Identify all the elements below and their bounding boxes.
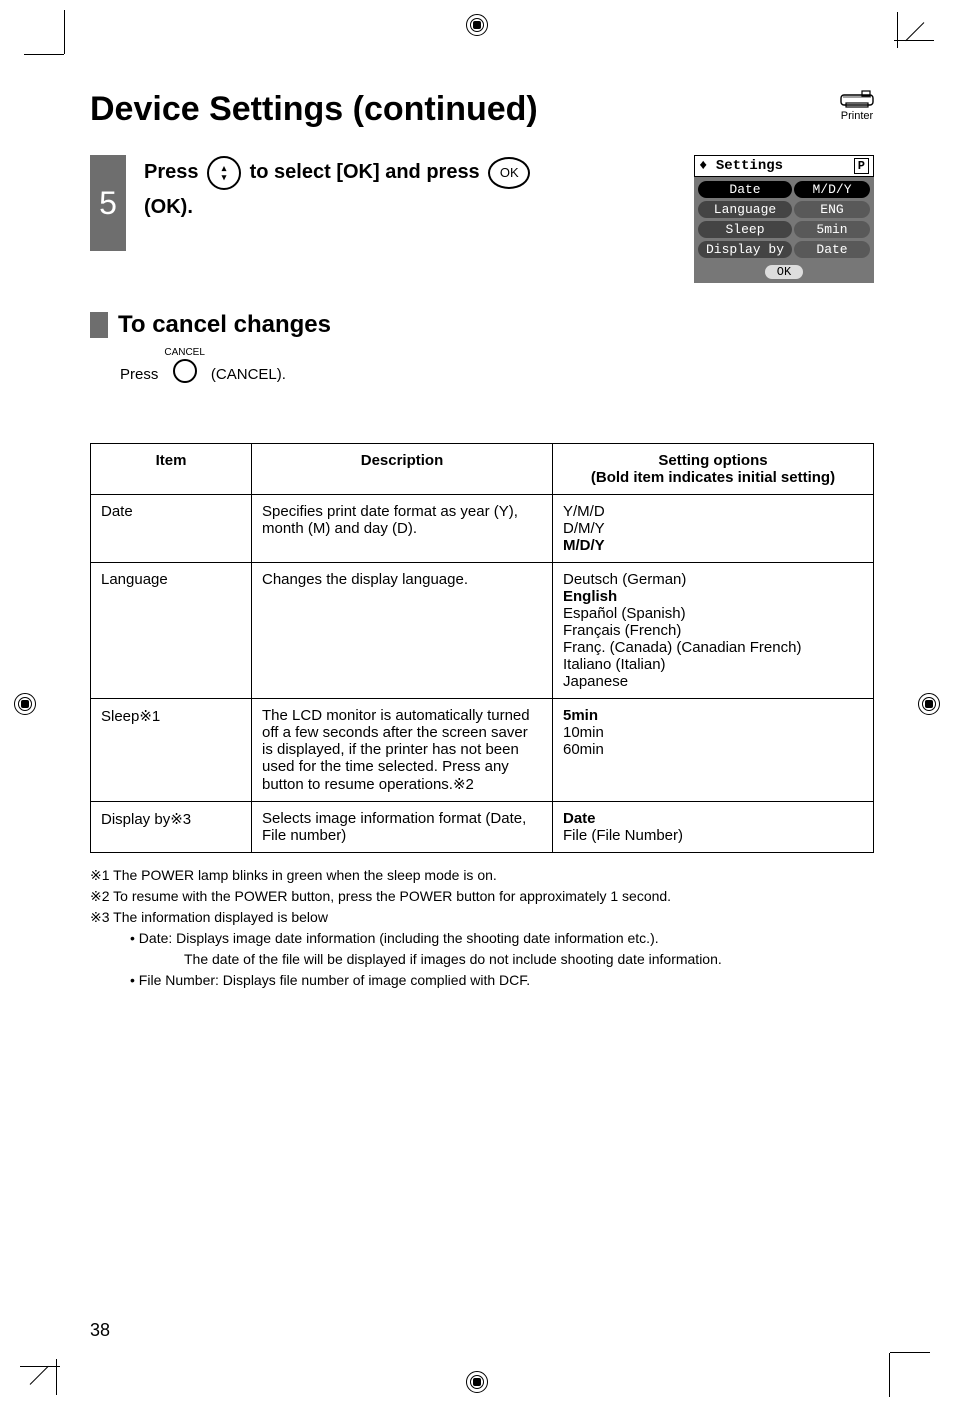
registration-mark [466, 1371, 488, 1393]
note-3: ※3 The information displayed is below [90, 907, 874, 928]
lcd-header: ♦ Settings P [694, 155, 874, 177]
ok-icon: OK [488, 157, 530, 189]
note-1: ※1 The POWER lamp blinks in green when t… [90, 865, 874, 886]
lcd-row-label: Display by [698, 241, 792, 258]
cell-description: Changes the display language. [252, 563, 553, 699]
cancel-ring-icon [173, 359, 197, 383]
cell-options: Deutsch (German) English Español (Spanis… [553, 563, 874, 699]
lcd-row-displayby: Display by Date [698, 241, 870, 258]
cancel-icon-label: CANCEL [164, 347, 205, 359]
cell-item: Date [91, 495, 252, 563]
tool-icon: ♦ [699, 158, 707, 174]
crop-mark [20, 1366, 60, 1367]
ok-glyph: OK [500, 162, 519, 184]
lcd-row-value: 5min [794, 221, 870, 238]
table-row: Sleep※1 The LCD monitor is automatically… [91, 699, 874, 802]
table-row: Language Changes the display language. D… [91, 563, 874, 699]
lcd-row-sleep: Sleep 5min [698, 221, 870, 238]
lcd-row-label: Date [698, 181, 792, 198]
th-item: Item [91, 444, 252, 495]
note-3a-sub: The date of the file will be displayed i… [184, 949, 874, 970]
step-instruction: Press ▴ ▾ to select [OK] and press OK (O… [144, 155, 676, 224]
lcd-row-value: M/D/Y [794, 181, 870, 198]
lcd-header-title: ♦ Settings [699, 158, 783, 174]
lcd-panel: ♦ Settings P Date M/D/Y Language ENG Sle… [694, 155, 874, 283]
cell-description: The LCD monitor is automatically turned … [252, 699, 553, 802]
lcd-row-value: ENG [794, 201, 870, 218]
step-text-prefix: Press [144, 161, 204, 183]
options-plain: 10min 60min [563, 724, 604, 758]
lcd-footer: OK [694, 262, 874, 283]
options-bold: M/D/Y [563, 537, 605, 554]
cancel-after: (CANCEL). [211, 366, 286, 383]
cell-options: 5min 10min 60min [553, 699, 874, 802]
lcd-row-date: Date M/D/Y [698, 181, 870, 198]
crop-mark [889, 1353, 890, 1397]
up-down-icon: ▴ ▾ [207, 156, 241, 190]
table-row: Display by※3 Selects image information f… [91, 802, 874, 853]
th-description: Description [252, 444, 553, 495]
cell-description: Selects image information format (Date, … [252, 802, 553, 853]
crop-mark [905, 22, 924, 41]
cell-description: Specifies print date format as year (Y),… [252, 495, 553, 563]
printer-icon [840, 90, 874, 108]
options-plain: File (File Number) [563, 827, 683, 844]
crop-mark [24, 54, 64, 55]
lcd-ok-pill: OK [765, 265, 803, 279]
lcd-body: Date M/D/Y Language ENG Sleep 5min Displ… [694, 177, 874, 262]
crop-mark [897, 12, 898, 48]
note-2: ※2 To resume with the POWER button, pres… [90, 886, 874, 907]
th-options-line2: (Bold item indicates initial setting) [591, 469, 835, 486]
step-number: 5 [90, 155, 126, 251]
options-bold: English [563, 588, 617, 605]
note-3b: • File Number: Displays file number of i… [130, 970, 874, 991]
heading-bar-icon [90, 312, 108, 338]
lcd-row-label: Sleep [698, 221, 792, 238]
registration-mark [918, 693, 940, 715]
table-header-row: Item Description Setting options(Bold it… [91, 444, 874, 495]
table-row: Date Specifies print date format as year… [91, 495, 874, 563]
page-title: Device Settings (continued) [90, 90, 874, 129]
options-bold: Date [563, 810, 596, 827]
page-number: 38 [90, 1320, 110, 1341]
step-text-mid: to select [OK] and press [250, 161, 486, 183]
cell-options: Y/M/D D/M/Y M/D/Y [553, 495, 874, 563]
settings-table: Item Description Setting options(Bold it… [90, 443, 874, 853]
lcd-row-value: Date [794, 241, 870, 258]
options-plain: Español (Spanish) Français (French) Fran… [563, 605, 801, 690]
printer-label: Printer [841, 110, 873, 122]
th-options-line1: Setting options [658, 452, 767, 469]
cell-item: Display by※3 [91, 802, 252, 853]
options-plain: Deutsch (German) [563, 571, 686, 588]
crop-mark [56, 1359, 57, 1395]
arrow-down-icon: ▾ [222, 173, 227, 182]
options-bold: 5min [563, 707, 598, 724]
cancel-press: Press [120, 366, 158, 383]
lcd-mode-badge: P [854, 158, 869, 174]
crop-mark [30, 1366, 49, 1385]
cell-item: Language [91, 563, 252, 699]
cell-options: Date File (File Number) [553, 802, 874, 853]
cancel-icon: CANCEL [164, 347, 205, 383]
step-text-suffix: (OK). [144, 196, 193, 218]
lcd-title-text: Settings [716, 158, 783, 174]
cancel-heading: To cancel changes [118, 311, 331, 339]
registration-mark [14, 693, 36, 715]
cancel-instruction: Press CANCEL (CANCEL). [120, 347, 874, 383]
registration-mark [466, 14, 488, 36]
footnotes: ※1 The POWER lamp blinks in green when t… [90, 865, 874, 991]
lcd-row-language: Language ENG [698, 201, 870, 218]
cell-item: Sleep※1 [91, 699, 252, 802]
crop-mark [890, 1352, 930, 1353]
printer-badge: Printer [840, 90, 874, 122]
cancel-heading-row: To cancel changes [90, 311, 874, 339]
crop-mark [64, 10, 65, 54]
crop-mark [894, 40, 934, 41]
lcd-row-label: Language [698, 201, 792, 218]
note-3a: • Date: Displays image date information … [130, 928, 874, 949]
th-options: Setting options(Bold item indicates init… [553, 444, 874, 495]
options-plain: Y/M/D D/M/Y [563, 503, 605, 537]
